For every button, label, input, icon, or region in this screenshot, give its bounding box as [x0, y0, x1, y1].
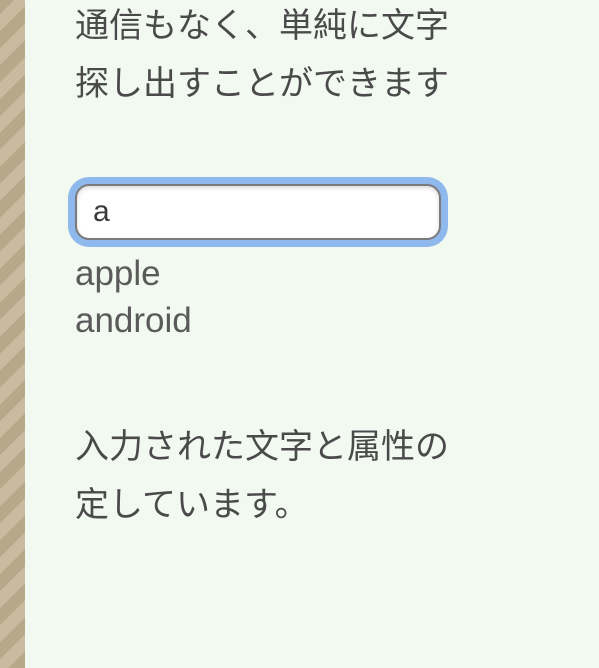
search-input[interactable]	[75, 184, 441, 240]
intro-line-1: 通信もなく、単純に文字	[75, 0, 599, 56]
search-input-wrapper	[75, 184, 599, 240]
intro-line-2: 探し出すことができます	[75, 56, 599, 114]
article-content: 通信もなく、単純に文字 探し出すことができます apple android 入力…	[25, 0, 599, 668]
decorative-stripe	[0, 0, 25, 668]
explanation-paragraph: 入力された文字と属性の 定しています。	[75, 419, 599, 535]
explanation-line-2: 定しています。	[75, 477, 599, 535]
explanation-line-1: 入力された文字と属性の	[75, 419, 599, 477]
intro-paragraph: 通信もなく、単純に文字 探し出すことができます	[75, 0, 599, 114]
suggestion-item[interactable]: android	[75, 297, 599, 344]
suggestion-list: apple android	[75, 250, 599, 345]
suggestion-item[interactable]: apple	[75, 250, 599, 297]
